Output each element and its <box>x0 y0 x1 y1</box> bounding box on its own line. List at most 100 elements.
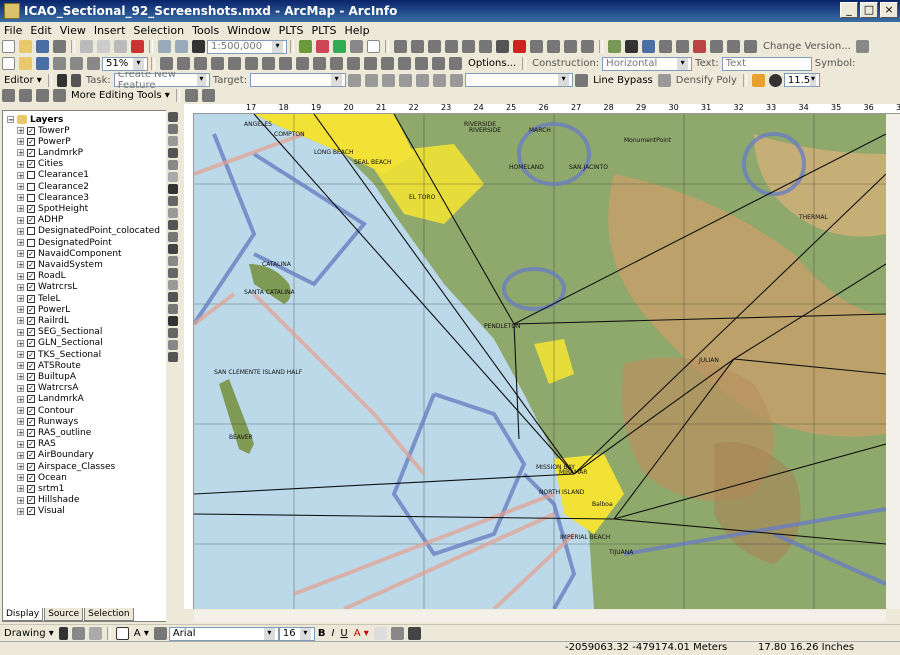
expand-icon[interactable]: + <box>17 474 24 482</box>
sketch-properties-icon[interactable] <box>399 73 413 87</box>
expand-icon[interactable]: + <box>17 351 24 359</box>
tool-h-icon[interactable] <box>513 40 526 53</box>
tool-b-icon[interactable] <box>411 40 424 53</box>
expand-icon[interactable]: + <box>17 362 24 370</box>
t2-q-icon[interactable] <box>432 57 445 70</box>
layer-visibility-checkbox[interactable]: ✓ <box>27 126 35 135</box>
expand-icon[interactable]: + <box>17 239 24 247</box>
tools-vertical-button-icon[interactable] <box>168 244 178 254</box>
select-elements-icon[interactable] <box>58 627 68 640</box>
t2-g-icon[interactable] <box>262 57 275 70</box>
g-tool-icon[interactable] <box>450 73 464 87</box>
layer-visibility-checkbox[interactable] <box>27 182 35 191</box>
tools-vertical-button-icon[interactable] <box>168 160 178 170</box>
font-color-button[interactable]: A ▾ <box>354 628 369 639</box>
copy-icon[interactable] <box>97 40 110 53</box>
layer-visibility-checkbox[interactable]: ✓ <box>27 384 35 393</box>
t2-f-icon[interactable] <box>245 57 258 70</box>
expand-icon[interactable]: + <box>17 496 24 504</box>
open-folder-icon[interactable] <box>19 40 32 53</box>
zoom-in-fixed-icon[interactable] <box>53 57 66 70</box>
catalog-icon[interactable] <box>333 40 346 53</box>
rectangle-icon[interactable] <box>115 627 129 640</box>
layer-item[interactable]: + ✓ Contour <box>17 405 74 416</box>
map-scale-combo[interactable]: 1:500,000 ▾ <box>207 39 287 54</box>
layer-item[interactable]: + ✓ PowerP <box>17 136 71 147</box>
tools-vertical-button-icon[interactable] <box>168 268 178 278</box>
t2-e-icon[interactable] <box>228 57 241 70</box>
t2-m-icon[interactable] <box>364 57 377 70</box>
zoom-percent-combo[interactable]: 51% ▾ <box>102 56 148 71</box>
tool-d-icon[interactable] <box>445 40 458 53</box>
tools-vertical-button-icon[interactable] <box>168 172 178 182</box>
expand-icon[interactable]: + <box>17 418 24 426</box>
version-manager-icon[interactable] <box>855 40 869 53</box>
t2-b-icon[interactable] <box>177 57 190 70</box>
densify-poly-button[interactable]: Densify Poly <box>676 75 737 86</box>
more-editing-tools-menu[interactable]: More Editing Tools ▾ <box>71 90 170 101</box>
line-color-icon[interactable] <box>390 627 404 640</box>
target-combo[interactable]: ▾ <box>250 73 347 87</box>
tool-l-icon[interactable] <box>581 40 594 53</box>
tool-j-icon[interactable] <box>547 40 560 53</box>
layer-visibility-checkbox[interactable]: ✓ <box>27 372 35 381</box>
tab-selection[interactable]: Selection <box>84 608 134 621</box>
fill-color-icon[interactable] <box>373 627 387 640</box>
t2-k-icon[interactable] <box>330 57 343 70</box>
layer-item[interactable]: + ✓ NavaidSystem <box>17 259 103 270</box>
layer-visibility-checkbox[interactable]: ✓ <box>27 216 35 225</box>
expand-icon[interactable]: + <box>17 261 24 269</box>
tool-i-icon[interactable] <box>530 40 543 53</box>
tool-u-icon[interactable] <box>744 40 757 53</box>
circle-tool-icon[interactable] <box>768 73 782 87</box>
whats-this-icon[interactable] <box>367 40 380 53</box>
layer-visibility-checkbox[interactable] <box>27 227 35 236</box>
edit-tool-icon[interactable] <box>56 73 67 87</box>
t2-c-icon[interactable] <box>194 57 207 70</box>
menu-window[interactable]: Window <box>223 24 274 37</box>
editor-toolbar-icon[interactable] <box>299 40 312 53</box>
menu-file[interactable]: File <box>0 24 26 37</box>
layer-visibility-checkbox[interactable]: ✓ <box>27 428 35 437</box>
tab-source[interactable]: Source <box>44 608 84 621</box>
expand-icon[interactable]: + <box>17 216 24 224</box>
layer-visibility-checkbox[interactable]: ✓ <box>27 507 35 516</box>
collapse-icon[interactable]: − <box>7 116 14 124</box>
layer-item[interactable]: + ✓ RAS <box>17 439 56 450</box>
layer-item[interactable]: + ✓ LandmrkA <box>17 394 84 405</box>
layer-visibility-checkbox[interactable]: ✓ <box>27 361 35 370</box>
layer-item[interactable]: + ✓ RoadL <box>17 271 66 282</box>
menu-insert[interactable]: Insert <box>90 24 130 37</box>
tool-n-icon[interactable] <box>625 40 638 53</box>
tools-vertical-button-icon[interactable] <box>168 232 178 242</box>
expand-icon[interactable]: + <box>17 171 24 179</box>
tools-vertical-button-icon[interactable] <box>168 304 178 314</box>
tools-vertical-button-icon[interactable] <box>168 316 178 326</box>
expand-icon[interactable]: + <box>17 183 24 191</box>
layer-visibility-checkbox[interactable]: ✓ <box>27 473 35 482</box>
tool-q-icon[interactable] <box>676 40 689 53</box>
layer-item[interactable]: + ✓ WatrcrsA <box>17 383 78 394</box>
minimize-button[interactable]: _ <box>840 2 858 18</box>
tools-vertical-button-icon[interactable] <box>168 124 178 134</box>
layer-visibility-checkbox[interactable] <box>27 193 35 202</box>
layer-item[interactable]: + ✓ AirBoundary <box>17 450 94 461</box>
editor-menu[interactable]: Editor ▾ <box>4 75 42 86</box>
tool-s-icon[interactable] <box>710 40 723 53</box>
menu-plts-1[interactable]: PLTS <box>275 24 308 37</box>
zoom-to-selected-icon[interactable] <box>88 627 102 640</box>
expand-icon[interactable]: + <box>17 149 24 157</box>
expand-icon[interactable]: + <box>17 194 24 202</box>
tools-vertical-button-icon[interactable] <box>168 328 178 338</box>
expand-icon[interactable]: + <box>17 339 24 347</box>
layer-item[interactable]: + ✓ GLN_Sectional <box>17 338 103 349</box>
layer-visibility-checkbox[interactable]: ✓ <box>27 406 35 415</box>
layer-visibility-checkbox[interactable]: ✓ <box>27 350 35 359</box>
layer-item[interactable]: + ✓ srtm1 <box>17 483 64 494</box>
expand-icon[interactable]: + <box>17 395 24 403</box>
t2-h-icon[interactable] <box>279 57 292 70</box>
size-combo[interactable]: 11.5 ▾ <box>783 73 820 87</box>
tool-t-icon[interactable] <box>727 40 740 53</box>
layer-item[interactable]: + ✓ SEG_Sectional <box>17 327 102 338</box>
tools-vertical-button-icon[interactable] <box>168 148 178 158</box>
